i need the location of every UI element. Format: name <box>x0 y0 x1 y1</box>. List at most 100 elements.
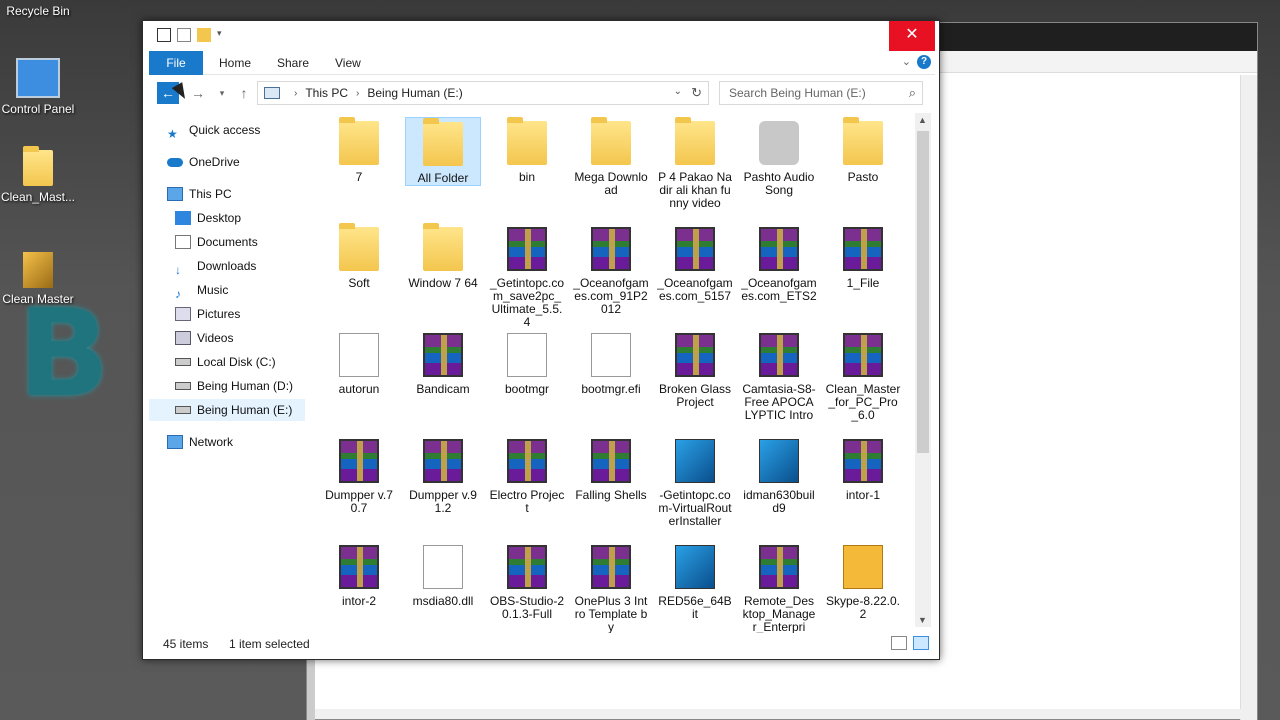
folder-icon <box>423 118 463 166</box>
file-item[interactable]: OnePlus 3 Intro Template by <box>573 541 649 633</box>
sidebar-item-quick-access[interactable]: ★ Quick access <box>167 119 260 141</box>
sidebar-item-label: Desktop <box>197 211 242 225</box>
archive-icon <box>843 333 883 377</box>
file-item[interactable]: All Folder <box>405 117 481 186</box>
archive-icon <box>423 439 463 483</box>
file-name: OBS-Studio-20.1.3-Full <box>489 594 565 621</box>
file-item[interactable]: RED56e_64Bit <box>657 541 733 621</box>
videos-icon <box>175 331 191 345</box>
file-item[interactable]: _Oceanofgames.com_91P2012 <box>573 223 649 316</box>
properties-icon[interactable] <box>177 28 191 42</box>
sidebar-item-this-pc[interactable]: This PC <box>167 183 232 205</box>
folder-icon <box>23 146 53 186</box>
sidebar-item-onedrive[interactable]: OneDrive <box>167 151 240 173</box>
sidebar-item-music[interactable]: ♪ Music <box>175 279 228 301</box>
expand-ribbon-icon[interactable]: ⌄ <box>902 55 911 68</box>
file-item[interactable]: P 4 Pakao Nadir ali khan funny video <box>657 117 733 210</box>
breadcrumb-separator-icon: › <box>294 87 298 99</box>
file-item[interactable]: Skype-8.22.0.2 <box>825 541 901 621</box>
tab-view[interactable]: View <box>335 51 361 75</box>
tab-file[interactable]: File <box>149 51 203 75</box>
chevron-down-icon[interactable]: ⌄ <box>674 86 682 97</box>
search-input[interactable]: Search Being Human (E:) ⌕ <box>719 81 923 105</box>
help-icon[interactable]: ? <box>917 55 931 69</box>
file-item[interactable]: autorun <box>321 329 397 396</box>
installer-icon <box>675 439 715 483</box>
refresh-icon[interactable]: ↻ <box>691 85 702 101</box>
file-item[interactable]: OBS-Studio-20.1.3-Full <box>489 541 565 621</box>
file-item[interactable]: intor-2 <box>321 541 397 608</box>
file-item[interactable]: _Oceanofgames.com_5157 <box>657 223 733 303</box>
sidebar-item-videos[interactable]: Videos <box>175 327 233 349</box>
sidebar-item-network[interactable]: Network <box>167 431 233 453</box>
file-item[interactable]: Falling Shells <box>573 435 649 502</box>
sidebar-item-being-human-e[interactable]: Being Human (E:) <box>149 399 305 421</box>
file-name: RED56e_64Bit <box>658 594 732 621</box>
file-item[interactable]: Dumpper v.91.2 <box>405 435 481 515</box>
file-item[interactable]: Electro Project <box>489 435 565 515</box>
sidebar-item-desktop[interactable]: Desktop <box>175 207 241 229</box>
scroll-up-icon[interactable]: ▲ <box>918 115 927 125</box>
chevron-down-icon[interactable]: ▾ <box>217 28 227 42</box>
desktop-icon-control-panel[interactable]: Control Panel <box>0 58 76 116</box>
search-icon: ⌕ <box>908 85 916 100</box>
sidebar-item-label: Downloads <box>197 259 257 273</box>
file-item[interactable]: Window 7 64 <box>405 223 481 290</box>
file-item[interactable]: bin <box>489 117 565 184</box>
details-view-icon[interactable] <box>891 636 907 650</box>
file-item[interactable]: bootmgr <box>489 329 565 396</box>
address-bar[interactable]: › This PC › Being Human (E:) ⌄ ↻ <box>257 81 709 105</box>
sidebar-item-local-disk-c[interactable]: Local Disk (C:) <box>175 351 276 373</box>
tab-home[interactable]: Home <box>219 51 251 75</box>
recent-locations-button[interactable]: ▾ <box>211 82 233 104</box>
file-item[interactable]: Pashto Audio Song <box>741 117 817 197</box>
navigation-bar: ← → ▾ ↑ › This PC › Being Human (E:) ⌄ ↻… <box>149 79 935 107</box>
large-icons-view-icon[interactable] <box>913 636 929 650</box>
drive-icon <box>175 406 191 414</box>
computer-icon <box>167 187 183 201</box>
sidebar-item-label: Music <box>197 283 229 297</box>
sidebar-item-downloads[interactable]: ↓ Downloads <box>175 255 256 277</box>
sidebar-item-documents[interactable]: Documents <box>175 231 258 253</box>
file-item[interactable]: _Oceanofgames.com_ETS2 <box>741 223 817 303</box>
close-button[interactable]: ✕ <box>889 21 935 51</box>
background-window-scrollbar[interactable] <box>1240 75 1257 720</box>
scroll-down-icon[interactable]: ▼ <box>918 615 927 625</box>
new-folder-icon[interactable] <box>197 28 211 42</box>
tab-share[interactable]: Share <box>277 51 309 75</box>
sidebar-item-label: Local Disk (C:) <box>197 355 276 369</box>
file-name: Dumpper v.70.7 <box>325 488 393 515</box>
file-item[interactable]: bootmgr.efi <box>573 329 649 396</box>
selection-count: 1 item selected <box>229 637 310 651</box>
file-item[interactable]: Mega Download <box>573 117 649 197</box>
desktop-icon-clean-mast[interactable]: Clean_Mast... <box>0 146 76 204</box>
file-item[interactable]: Dumpper v.70.7 <box>321 435 397 515</box>
sidebar-item-being-human-d[interactable]: Being Human (D:) <box>175 375 293 397</box>
file-item[interactable]: intor-1 <box>825 435 901 502</box>
file-item[interactable]: msdia80.dll <box>405 541 481 608</box>
file-item[interactable]: Remote_Desktop_Manager_Enterpri <box>741 541 817 633</box>
file-item[interactable]: 1_File <box>825 223 901 290</box>
scrollbar-thumb[interactable] <box>917 131 929 453</box>
desktop-icon-clean-master[interactable]: Clean Master <box>0 252 76 306</box>
file-item[interactable]: 7 <box>321 117 397 184</box>
file-item[interactable]: Soft <box>321 223 397 290</box>
forward-button[interactable]: → <box>187 82 209 104</box>
breadcrumb-this-pc[interactable]: This PC <box>305 86 348 100</box>
background-window-hscrollbar[interactable] <box>315 709 1242 719</box>
file-item[interactable]: Bandicam <box>405 329 481 396</box>
breadcrumb-drive[interactable]: Being Human (E:) <box>367 86 462 100</box>
folder-icon <box>843 117 883 165</box>
sidebar-item-pictures[interactable]: Pictures <box>175 303 240 325</box>
file-item[interactable]: -Getintopc.com-VirtualRouterInstaller <box>657 435 733 528</box>
up-button[interactable]: ↑ <box>233 82 255 104</box>
file-item[interactable]: _Getintopc.com_save2pc_Ultimate_5.5.4 <box>489 223 565 329</box>
desktop-icon-recycle-bin[interactable]: Recycle Bin <box>0 4 76 18</box>
file-item[interactable]: Camtasia-S8-Free APOCALYPTIC Intro <box>741 329 817 422</box>
vertical-scrollbar[interactable]: ▲ ▼ <box>915 113 931 627</box>
file-item[interactable]: idman630build9 <box>741 435 817 515</box>
breadcrumb-separator-icon: › <box>356 87 360 99</box>
file-item[interactable]: Broken Glass Project <box>657 329 733 409</box>
file-item[interactable]: Clean_Master_for_PC_Pro_6.0 <box>825 329 901 422</box>
file-item[interactable]: Pasto <box>825 117 901 184</box>
